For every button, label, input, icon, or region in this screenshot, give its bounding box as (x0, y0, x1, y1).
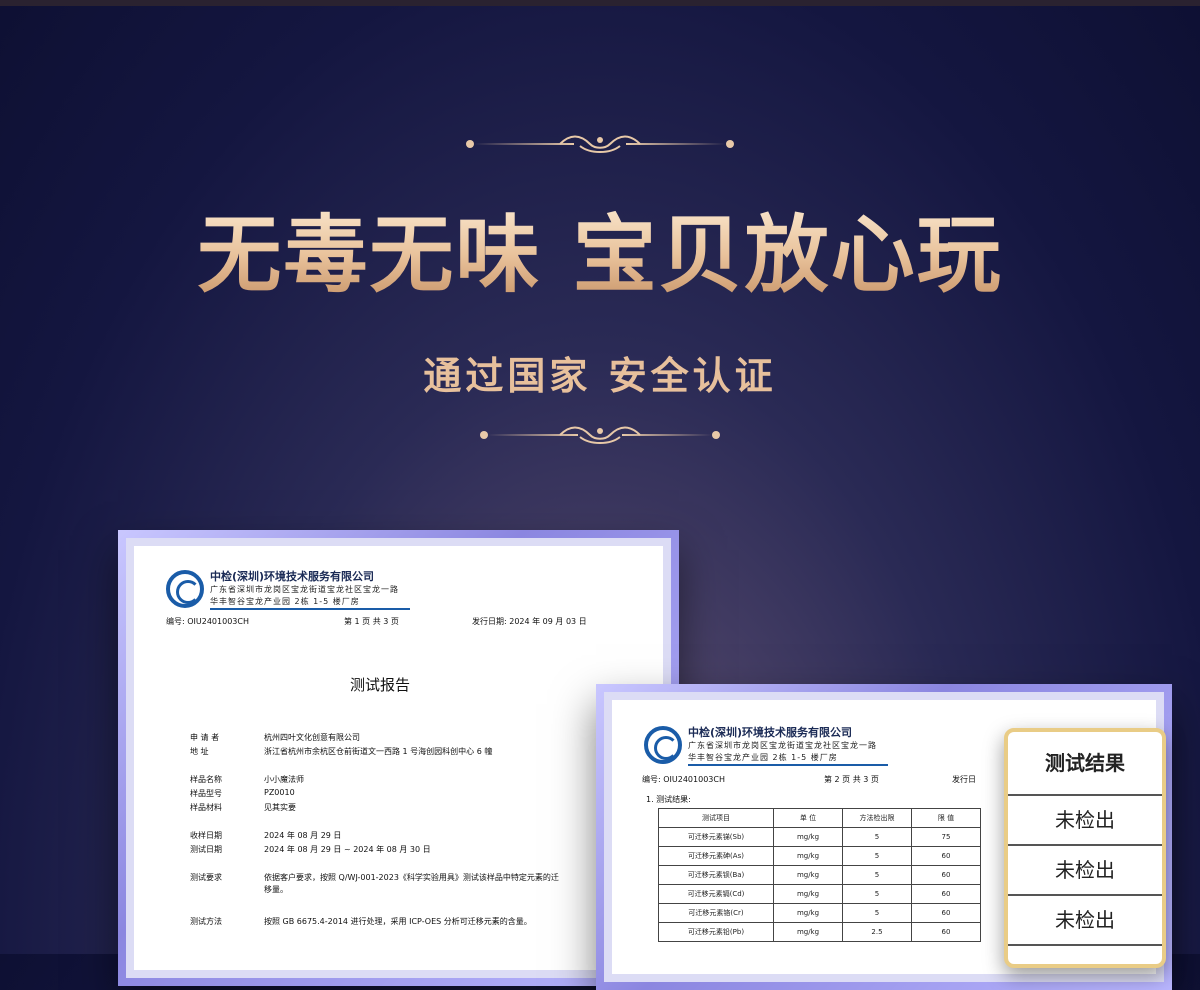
field-value: 小小魔法师 (264, 775, 304, 784)
report-title: 测试报告 (350, 676, 411, 694)
field-label: 收样日期 (190, 831, 222, 840)
table-cell: 5 (842, 865, 912, 885)
field-value: 依据客户要求，按照 Q/WJ-001-2023《科学实验用具》测试该样品中特定元… (264, 873, 559, 894)
table-row: 可迁移元素锑(Sb) mg/kg 5 75 (658, 827, 981, 847)
lab-name: 中检(深圳)环境技术服务有限公司 (210, 570, 375, 583)
table-header-row: 测试项目 单 位 方法检出限 限 值 (658, 808, 981, 828)
table-cell: 60 (911, 884, 981, 904)
table-cell: 5 (842, 884, 912, 904)
table-cell: mg/kg (773, 846, 843, 866)
top-edge-bar (0, 0, 1200, 6)
bottom-ornament (480, 425, 720, 445)
lab-address-1: 广东省深圳市龙岗区宝龙街道宝龙社区宝龙一路 (210, 585, 399, 594)
field-value: 见其实要 (264, 803, 296, 812)
table-cell: 可迁移元素锑(Sb) (658, 827, 774, 847)
lab-address-1: 广东省深圳市龙岗区宝龙街道宝龙社区宝龙一路 (688, 741, 877, 750)
result-value: 未检出 (1008, 896, 1162, 946)
page-indicator: 第 2 页 共 3 页 (824, 775, 879, 784)
field-label: 申 请 者 (190, 733, 220, 742)
table-cell: 2.5 (842, 922, 912, 942)
lab-logo-icon (644, 726, 682, 764)
table-row: 可迁移元素铬(Cr) mg/kg 5 60 (658, 903, 981, 923)
table-row: 可迁移元素铅(Pb) mg/kg 2.5 60 (658, 922, 981, 942)
table-cell: 5 (842, 827, 912, 847)
lab-name: 中检(深圳)环境技术服务有限公司 (688, 726, 853, 739)
field-label: 样品型号 (190, 789, 222, 798)
field-label: 测试方法 (190, 917, 222, 926)
table-cell: mg/kg (773, 903, 843, 923)
header-rule (688, 764, 888, 766)
certificate-page-1: 中检(深圳)环境技术服务有限公司 广东省深圳市龙岗区宝龙街道宝龙社区宝龙一路 华… (134, 546, 663, 970)
table-cell: mg/kg (773, 884, 843, 904)
issue-date: 发行日期: 2024 年 09 月 03 日 (472, 617, 587, 626)
report-number: 编号: OIU2401003CH (166, 617, 249, 626)
table-cell: mg/kg (773, 865, 843, 885)
lab-address-2: 华丰智谷宝龙产业园 2栋 1-5 楼厂房 (210, 597, 360, 606)
column-header: 测试项目 (658, 808, 774, 828)
table-cell: 可迁移元素钡(Ba) (658, 865, 774, 885)
certificate-frame-1: 中检(深圳)环境技术服务有限公司 广东省深圳市龙岗区宝龙街道宝龙社区宝龙一路 华… (118, 530, 679, 986)
table-cell: 可迁移元素铅(Pb) (658, 922, 774, 942)
table-cell: 60 (911, 865, 981, 885)
page-indicator: 第 1 页 共 3 页 (344, 617, 399, 626)
headline: 无毒无味 宝贝放心玩 (0, 188, 1200, 309)
table-cell: 60 (911, 903, 981, 923)
header-rule (210, 608, 410, 610)
field-value: 按照 GB 6675.4-2014 进行处理，采用 ICP-OES 分析可迁移元… (264, 917, 532, 926)
field-label: 测试要求 (190, 873, 222, 882)
table-row: 可迁移元素钡(Ba) mg/kg 5 60 (658, 865, 981, 885)
field-label: 样品材料 (190, 803, 222, 812)
field-value: 2024 年 08 月 29 日 (264, 831, 342, 840)
field-value: 2024 年 08 月 29 日 ~ 2024 年 08 月 30 日 (264, 845, 431, 854)
table-cell: mg/kg (773, 922, 843, 942)
table-cell: 5 (842, 903, 912, 923)
column-header: 限 值 (911, 808, 981, 828)
test-result-card: 测试结果 未检出 未检出 未检出 (1004, 728, 1166, 968)
top-ornament (466, 134, 734, 154)
table-cell: 5 (842, 846, 912, 866)
table-cell: 75 (911, 827, 981, 847)
results-section-label: 1. 测试结果: (646, 795, 691, 804)
table-cell: mg/kg (773, 827, 843, 847)
table-cell: 60 (911, 846, 981, 866)
results-table: 测试项目 单 位 方法检出限 限 值 可迁移元素锑(Sb) mg/kg 5 75 可迁… (658, 808, 981, 942)
field-value: 杭州四叶文化创意有限公司 (264, 733, 360, 742)
lab-logo-icon (166, 570, 204, 608)
lab-address-2: 华丰智谷宝龙产业园 2栋 1-5 楼厂房 (688, 753, 838, 762)
table-row: 可迁移元素镉(Cd) mg/kg 5 60 (658, 884, 981, 904)
field-label: 地 址 (190, 747, 209, 756)
column-header: 单 位 (773, 808, 843, 828)
table-cell: 可迁移元素铬(Cr) (658, 903, 774, 923)
field-label: 样品名称 (190, 775, 222, 784)
field-value: 浙江省杭州市余杭区仓前街道文一西路 1 号海创园科创中心 6 幢 (264, 747, 493, 756)
result-value: 未检出 (1008, 796, 1162, 846)
column-header: 方法检出限 (842, 808, 912, 828)
table-cell: 60 (911, 922, 981, 942)
result-value: 未检出 (1008, 846, 1162, 896)
issue-date: 发行日 (952, 775, 976, 784)
table-cell: 可迁移元素镉(Cd) (658, 884, 774, 904)
report-number: 编号: OIU2401003CH (642, 775, 725, 784)
subheadline: 通过国家 安全认证 (423, 353, 777, 398)
table-cell: 可迁移元素砷(As) (658, 846, 774, 866)
field-label: 测试日期 (190, 845, 222, 854)
table-row: 可迁移元素砷(As) mg/kg 5 60 (658, 846, 981, 866)
field-value: PZ0010 (264, 788, 295, 797)
result-card-title: 测试结果 (1008, 732, 1162, 796)
